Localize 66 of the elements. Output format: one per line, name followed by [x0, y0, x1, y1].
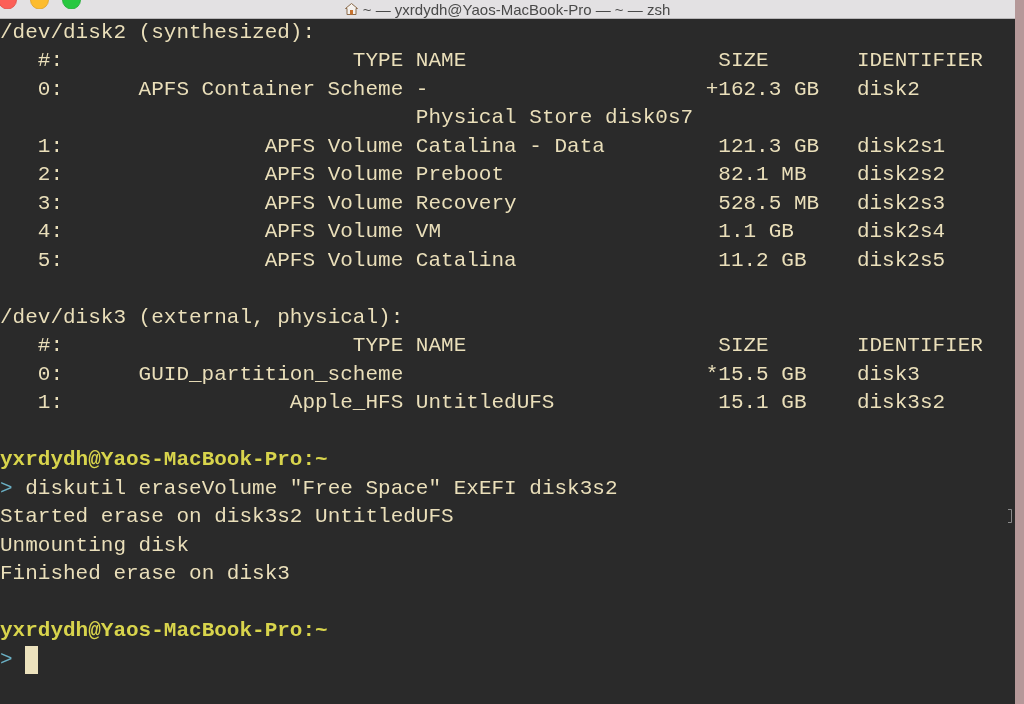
partition-size: 11.2 GB: [718, 247, 807, 274]
partition-type: APFS Volume: [264, 247, 404, 274]
column-header: TYPE: [352, 333, 404, 359]
close-button[interactable]: [0, 0, 17, 9]
partition-size: 1.1 GB: [718, 219, 794, 245]
partition-details: Physical Store disk0s7: [415, 105, 694, 131]
output-line: Unmounting disk: [0, 532, 190, 559]
partition-size: 15.1 GB: [718, 390, 807, 416]
partition-index: 2:: [37, 162, 63, 188]
disk-header: /dev/disk2 (synthesized):: [0, 19, 316, 46]
bracket-mark-icon: [1008, 508, 1012, 523]
prompt-text: yxrdydh@Yaos-MacBook-Pro:~: [0, 447, 328, 473]
partition-identifier: disk2s4: [856, 219, 946, 245]
partition-index: 4:: [37, 219, 63, 245]
column-header: NAME: [415, 333, 467, 359]
partition-index: 0:: [37, 76, 63, 103]
partition-index: 1:: [37, 133, 63, 160]
window-title: ~ — yxrdydh@Yaos-MacBook-Pro — ~ — zsh: [362, 0, 671, 18]
column-header: NAME: [415, 48, 467, 74]
partition-name: VM: [415, 219, 442, 245]
prompt-symbol: >: [0, 646, 13, 673]
column-header: SIZE: [718, 333, 769, 359]
partition-identifier: disk2s5: [856, 247, 946, 274]
partition-identifier: disk2s1: [856, 133, 946, 160]
partition-index: 3:: [37, 190, 63, 217]
partition-name: Catalina - Data: [415, 133, 605, 160]
partition-name: Preboot: [415, 162, 505, 188]
partition-type: APFS Container Scheme: [138, 76, 404, 103]
partition-identifier: disk3s2: [856, 390, 946, 416]
partition-name: Recovery: [415, 190, 517, 217]
partition-identifier: disk2s3: [856, 190, 946, 217]
partition-index: 0:: [37, 361, 63, 388]
partition-name: -: [415, 76, 429, 103]
column-header: #:: [37, 333, 63, 359]
partition-type: Apple_HFS: [289, 390, 404, 416]
partition-type: GUID_partition_scheme: [138, 361, 404, 388]
partition-size: 528.5 MB: [718, 190, 820, 217]
partition-name: Catalina: [415, 247, 517, 274]
column-header: TYPE: [352, 48, 404, 74]
partition-type: APFS Volume: [264, 190, 404, 217]
partition-name: UntitledUFS: [415, 390, 555, 416]
prompt-symbol: >: [0, 475, 13, 502]
partition-size: +162.3 GB: [705, 76, 820, 103]
output-line: Finished erase on disk3: [0, 561, 290, 587]
partition-type: APFS Volume: [264, 133, 404, 160]
partition-size: 121.3 GB: [718, 133, 820, 160]
prompt-text: yxrdydh@Yaos-MacBook-Pro:~: [0, 618, 328, 644]
column-header: IDENTIFIER: [856, 333, 983, 359]
column-header: IDENTIFIER: [856, 48, 983, 74]
partition-type: APFS Volume: [264, 162, 404, 188]
command-text: diskutil eraseVolume "Free Space" ExEFI disk3s2: [25, 475, 618, 502]
partition-identifier: disk2: [856, 76, 920, 103]
column-header: #:: [37, 48, 63, 74]
house-icon: [344, 3, 358, 15]
partition-index: 5:: [37, 247, 63, 274]
minimize-button[interactable]: [30, 0, 49, 9]
partition-identifier: disk3: [856, 361, 920, 388]
column-header: SIZE: [718, 48, 769, 74]
output-line: Started erase on disk3s2 UntitledUFS: [0, 504, 454, 530]
partition-size: *15.5 GB: [705, 361, 807, 388]
zoom-button[interactable]: [62, 0, 81, 9]
partition-identifier: disk2s2: [856, 162, 946, 188]
disk-header: /dev/disk3 (external, physical):: [0, 304, 404, 331]
partition-type: APFS Volume: [264, 219, 404, 245]
partition-size: 82.1 MB: [718, 162, 807, 188]
partition-index: 1:: [37, 390, 63, 416]
